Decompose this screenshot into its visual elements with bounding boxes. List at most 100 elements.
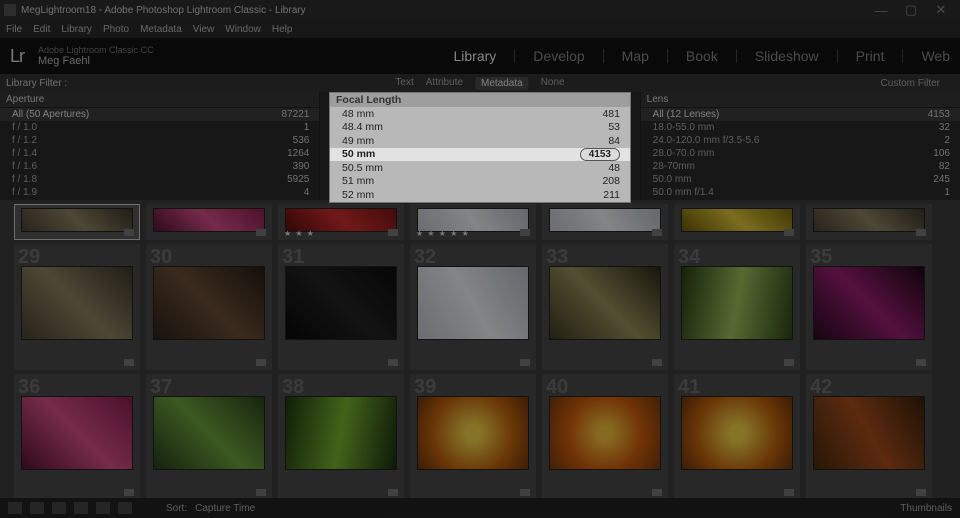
painter-icon[interactable]: [118, 502, 132, 514]
aperture-row[interactable]: f / 1.01: [0, 121, 319, 134]
thumbnail-cell[interactable]: [806, 204, 932, 240]
sync-badge-icon: [124, 489, 134, 496]
module-library[interactable]: Library: [454, 48, 497, 64]
custom-filter[interactable]: Custom Filter: [881, 78, 954, 89]
focal-row[interactable]: 50 mm4153: [330, 148, 630, 162]
module-develop[interactable]: Develop: [533, 48, 584, 64]
focal-row[interactable]: 52 mm211: [330, 188, 630, 202]
cell-index: 31: [282, 246, 304, 269]
module-map[interactable]: Map: [622, 48, 649, 64]
cell-index: 38: [282, 376, 304, 399]
lens-row[interactable]: 50.0 mm245: [641, 173, 960, 186]
sync-badge-icon: [124, 229, 134, 236]
thumbnail-cell[interactable]: ★ ★ ★ ★ ★: [410, 204, 536, 240]
cell-index: 33: [546, 246, 568, 269]
cell-index: 34: [678, 246, 700, 269]
thumbnail-cell[interactable]: [14, 204, 140, 240]
thumbnail-cell[interactable]: [542, 204, 668, 240]
thumbnail-cell[interactable]: ★ ★ ★: [278, 204, 404, 240]
menu-window[interactable]: Window: [225, 24, 261, 35]
thumbnail-cell[interactable]: 29: [14, 244, 140, 370]
focal-row[interactable]: 49 mm84: [330, 134, 630, 148]
cell-index: 40: [546, 376, 568, 399]
thumbnail-cell[interactable]: 34: [674, 244, 800, 370]
menu-help[interactable]: Help: [272, 24, 293, 35]
focal-row[interactable]: 48.4 mm53: [330, 121, 630, 135]
sort-value[interactable]: Capture Time: [195, 503, 255, 514]
sync-badge-icon: [784, 489, 794, 496]
thumbnail-cell[interactable]: [674, 204, 800, 240]
thumbnail-image: [549, 396, 661, 470]
filter-label: Library Filter :: [6, 78, 67, 89]
thumbnail-cell[interactable]: 42: [806, 374, 932, 500]
window-close[interactable]: ✕: [926, 2, 956, 18]
col-aperture-header[interactable]: Aperture: [0, 92, 319, 108]
menu-library[interactable]: Library: [61, 24, 92, 35]
focal-row[interactable]: 48 mm481: [330, 107, 630, 121]
focal-length-header[interactable]: Focal Length: [330, 93, 630, 107]
user-name: Meg Faehl: [38, 56, 154, 67]
focal-length-panel: Focal Length 48 mm48148.4 mm5349 mm8450 …: [329, 92, 631, 203]
thumbnail-cell[interactable]: 40: [542, 374, 668, 500]
thumbnail-image: [21, 396, 133, 470]
thumbnail-cell[interactable]: 37: [146, 374, 272, 500]
view-people-icon[interactable]: [96, 502, 110, 514]
grid-toolbar: Sort: Capture Time Thumbnails: [0, 498, 960, 518]
view-compare-icon[interactable]: [52, 502, 66, 514]
thumbnail-image: [681, 396, 793, 470]
rating-stars[interactable]: ★ ★ ★: [284, 229, 315, 238]
module-web[interactable]: Web: [921, 48, 950, 64]
menu-file[interactable]: File: [6, 24, 22, 35]
thumbnail-cell[interactable]: 32: [410, 244, 536, 370]
sync-badge-icon: [388, 489, 398, 496]
thumbnail-cell[interactable]: [146, 204, 272, 240]
aperture-row[interactable]: All (50 Apertures)87221: [0, 108, 319, 121]
menu-view[interactable]: View: [193, 24, 215, 35]
module-slideshow[interactable]: Slideshow: [755, 48, 819, 64]
aperture-row[interactable]: f / 1.85925: [0, 173, 319, 186]
library-filter-bar: Library Filter : Text Attribute Metadata No…: [0, 74, 960, 92]
filter-tab-text[interactable]: Text: [395, 77, 413, 90]
sync-badge-icon: [916, 359, 926, 366]
thumbnail-size-label[interactable]: Thumbnails: [900, 503, 952, 514]
lens-row[interactable]: 18.0-55.0 mm32: [641, 121, 960, 134]
menu-edit[interactable]: Edit: [33, 24, 50, 35]
focal-row[interactable]: 50.5 mm48: [330, 161, 630, 175]
thumbnail-cell[interactable]: 33: [542, 244, 668, 370]
thumbnail-cell[interactable]: 35: [806, 244, 932, 370]
lens-row[interactable]: All (12 Lenses)4153: [641, 108, 960, 121]
module-print[interactable]: Print: [856, 48, 885, 64]
window-minimize[interactable]: —: [866, 3, 896, 18]
rating-stars[interactable]: ★ ★ ★ ★ ★: [416, 229, 470, 238]
view-survey-icon[interactable]: [74, 502, 88, 514]
sync-badge-icon: [256, 359, 266, 366]
menu-photo[interactable]: Photo: [103, 24, 129, 35]
col-lens-header[interactable]: Lens: [641, 92, 960, 108]
filter-tab-metadata[interactable]: Metadata: [475, 77, 529, 90]
thumbnail-cell[interactable]: 39: [410, 374, 536, 500]
lens-row[interactable]: 28.0-70.0 mm106: [641, 147, 960, 160]
thumbnail-cell[interactable]: 38: [278, 374, 404, 500]
filter-tab-attribute[interactable]: Attribute: [426, 77, 463, 90]
aperture-row[interactable]: f / 1.41264: [0, 147, 319, 160]
thumbnail-cell[interactable]: 36: [14, 374, 140, 500]
sync-badge-icon: [256, 489, 266, 496]
menu-metadata[interactable]: Metadata: [140, 24, 182, 35]
view-grid-icon[interactable]: [8, 502, 22, 514]
thumbnail-image: [153, 396, 265, 470]
lens-row[interactable]: 28-70mm82: [641, 160, 960, 173]
lens-row[interactable]: 50.0 mm f/1.41: [641, 186, 960, 199]
view-loupe-icon[interactable]: [30, 502, 44, 514]
focal-row[interactable]: 51 mm208: [330, 175, 630, 189]
thumbnail-image: [153, 208, 265, 232]
thumbnail-cell[interactable]: 30: [146, 244, 272, 370]
lens-row[interactable]: 24.0-120.0 mm f/3.5-5.62: [641, 134, 960, 147]
module-book[interactable]: Book: [686, 48, 718, 64]
aperture-row[interactable]: f / 1.2536: [0, 134, 319, 147]
aperture-row[interactable]: f / 1.6390: [0, 160, 319, 173]
filter-tab-none[interactable]: None: [541, 77, 565, 90]
aperture-row[interactable]: f / 1.94: [0, 186, 319, 199]
window-maximize[interactable]: ▢: [896, 2, 926, 18]
thumbnail-cell[interactable]: 41: [674, 374, 800, 500]
thumbnail-cell[interactable]: 31: [278, 244, 404, 370]
